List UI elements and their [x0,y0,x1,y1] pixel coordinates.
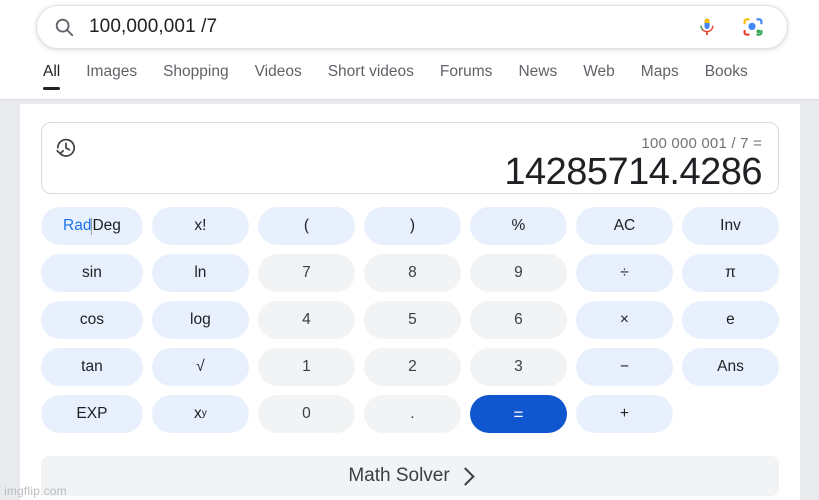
cos-button[interactable]: cos [41,301,143,339]
tan-button[interactable]: tan [41,348,143,386]
digit-7-button[interactable]: 7 [257,254,355,292]
search-bar[interactable]: 100,000,001 /7 [36,5,788,49]
tab-images[interactable]: Images [73,60,150,91]
microphone-icon[interactable] [695,15,719,39]
open-paren-button[interactable]: ( [257,207,355,245]
search-header: 100,000,001 /7 All Images Shopping Video… [0,0,819,100]
multiply-button[interactable]: × [575,301,673,339]
search-input[interactable]: 100,000,001 /7 [89,16,695,38]
plus-button[interactable]: + [575,395,673,433]
decimal-point-button[interactable]: . [363,395,461,433]
calculator-expression: 100 000 001 / 7 = [641,135,762,152]
power-button[interactable]: xy [151,395,249,433]
digit-4-button[interactable]: 4 [257,301,355,339]
close-paren-button[interactable]: ) [363,207,461,245]
tabs-divider [0,99,819,100]
rad-option[interactable]: Rad [63,218,91,234]
power-exponent: y [201,408,207,419]
digit-6-button[interactable]: 6 [469,301,567,339]
tab-books[interactable]: Books [692,60,761,91]
equals-button[interactable]: = [469,395,567,433]
tab-short-videos[interactable]: Short videos [315,60,427,91]
watermark: imgflip.com [4,484,67,498]
log-button[interactable]: log [151,301,249,339]
factorial-button[interactable]: x! [151,207,249,245]
percent-button[interactable]: % [469,207,567,245]
sin-button[interactable]: sin [41,254,143,292]
digit-5-button[interactable]: 5 [363,301,461,339]
chevron-right-icon [455,467,475,486]
inverse-button[interactable]: Inv [681,207,779,245]
pi-button[interactable]: π [681,254,779,292]
e-button[interactable]: e [681,301,779,339]
power-base: x [194,405,202,423]
rad-deg-toggle[interactable]: Rad Deg [41,207,143,245]
calculator-card: 100 000 001 / 7 = 14285714.4286 Rad Deg x!… [20,104,800,500]
digit-1-button[interactable]: 1 [257,348,355,386]
ln-button[interactable]: ln [151,254,249,292]
digit-3-button[interactable]: 3 [469,348,567,386]
tab-news[interactable]: News [505,60,570,91]
all-clear-button[interactable]: AC [575,207,673,245]
calculator-display: 100 000 001 / 7 = 14285714.4286 [41,122,779,194]
tab-shopping[interactable]: Shopping [150,60,242,91]
search-icon [53,16,75,38]
digit-0-button[interactable]: 0 [257,395,355,433]
math-solver-label: Math Solver [348,465,450,486]
tab-videos[interactable]: Videos [242,60,315,91]
search-tabs: All Images Shopping Videos Short videos Forum… [0,60,819,100]
answer-button[interactable]: Ans [681,348,779,386]
exponent-button[interactable]: EXP [41,395,143,433]
google-lens-icon[interactable] [741,15,765,39]
tab-forums[interactable]: Forums [427,60,506,91]
search-actions [695,15,765,39]
calculator-result: 14285714.4286 [504,151,762,193]
divide-button[interactable]: ÷ [575,254,673,292]
deg-option[interactable]: Deg [92,218,120,234]
square-root-button[interactable]: √ [151,348,249,386]
calculator-keypad: Rad Deg x!()% AC Inv sin ln 7 8 9 ÷ π cos log 4 5 6 × e tan… [41,207,779,433]
digit-2-button[interactable]: 2 [363,348,461,386]
digit-8-button[interactable]: 8 [363,254,461,292]
digit-9-button[interactable]: 9 [469,254,567,292]
math-solver-button[interactable]: Math Solver [41,456,779,496]
tab-maps[interactable]: Maps [628,60,692,91]
tab-all[interactable]: All [30,60,73,91]
history-icon[interactable] [54,136,78,160]
tab-web[interactable]: Web [570,60,628,91]
minus-button[interactable]: − [575,348,673,386]
